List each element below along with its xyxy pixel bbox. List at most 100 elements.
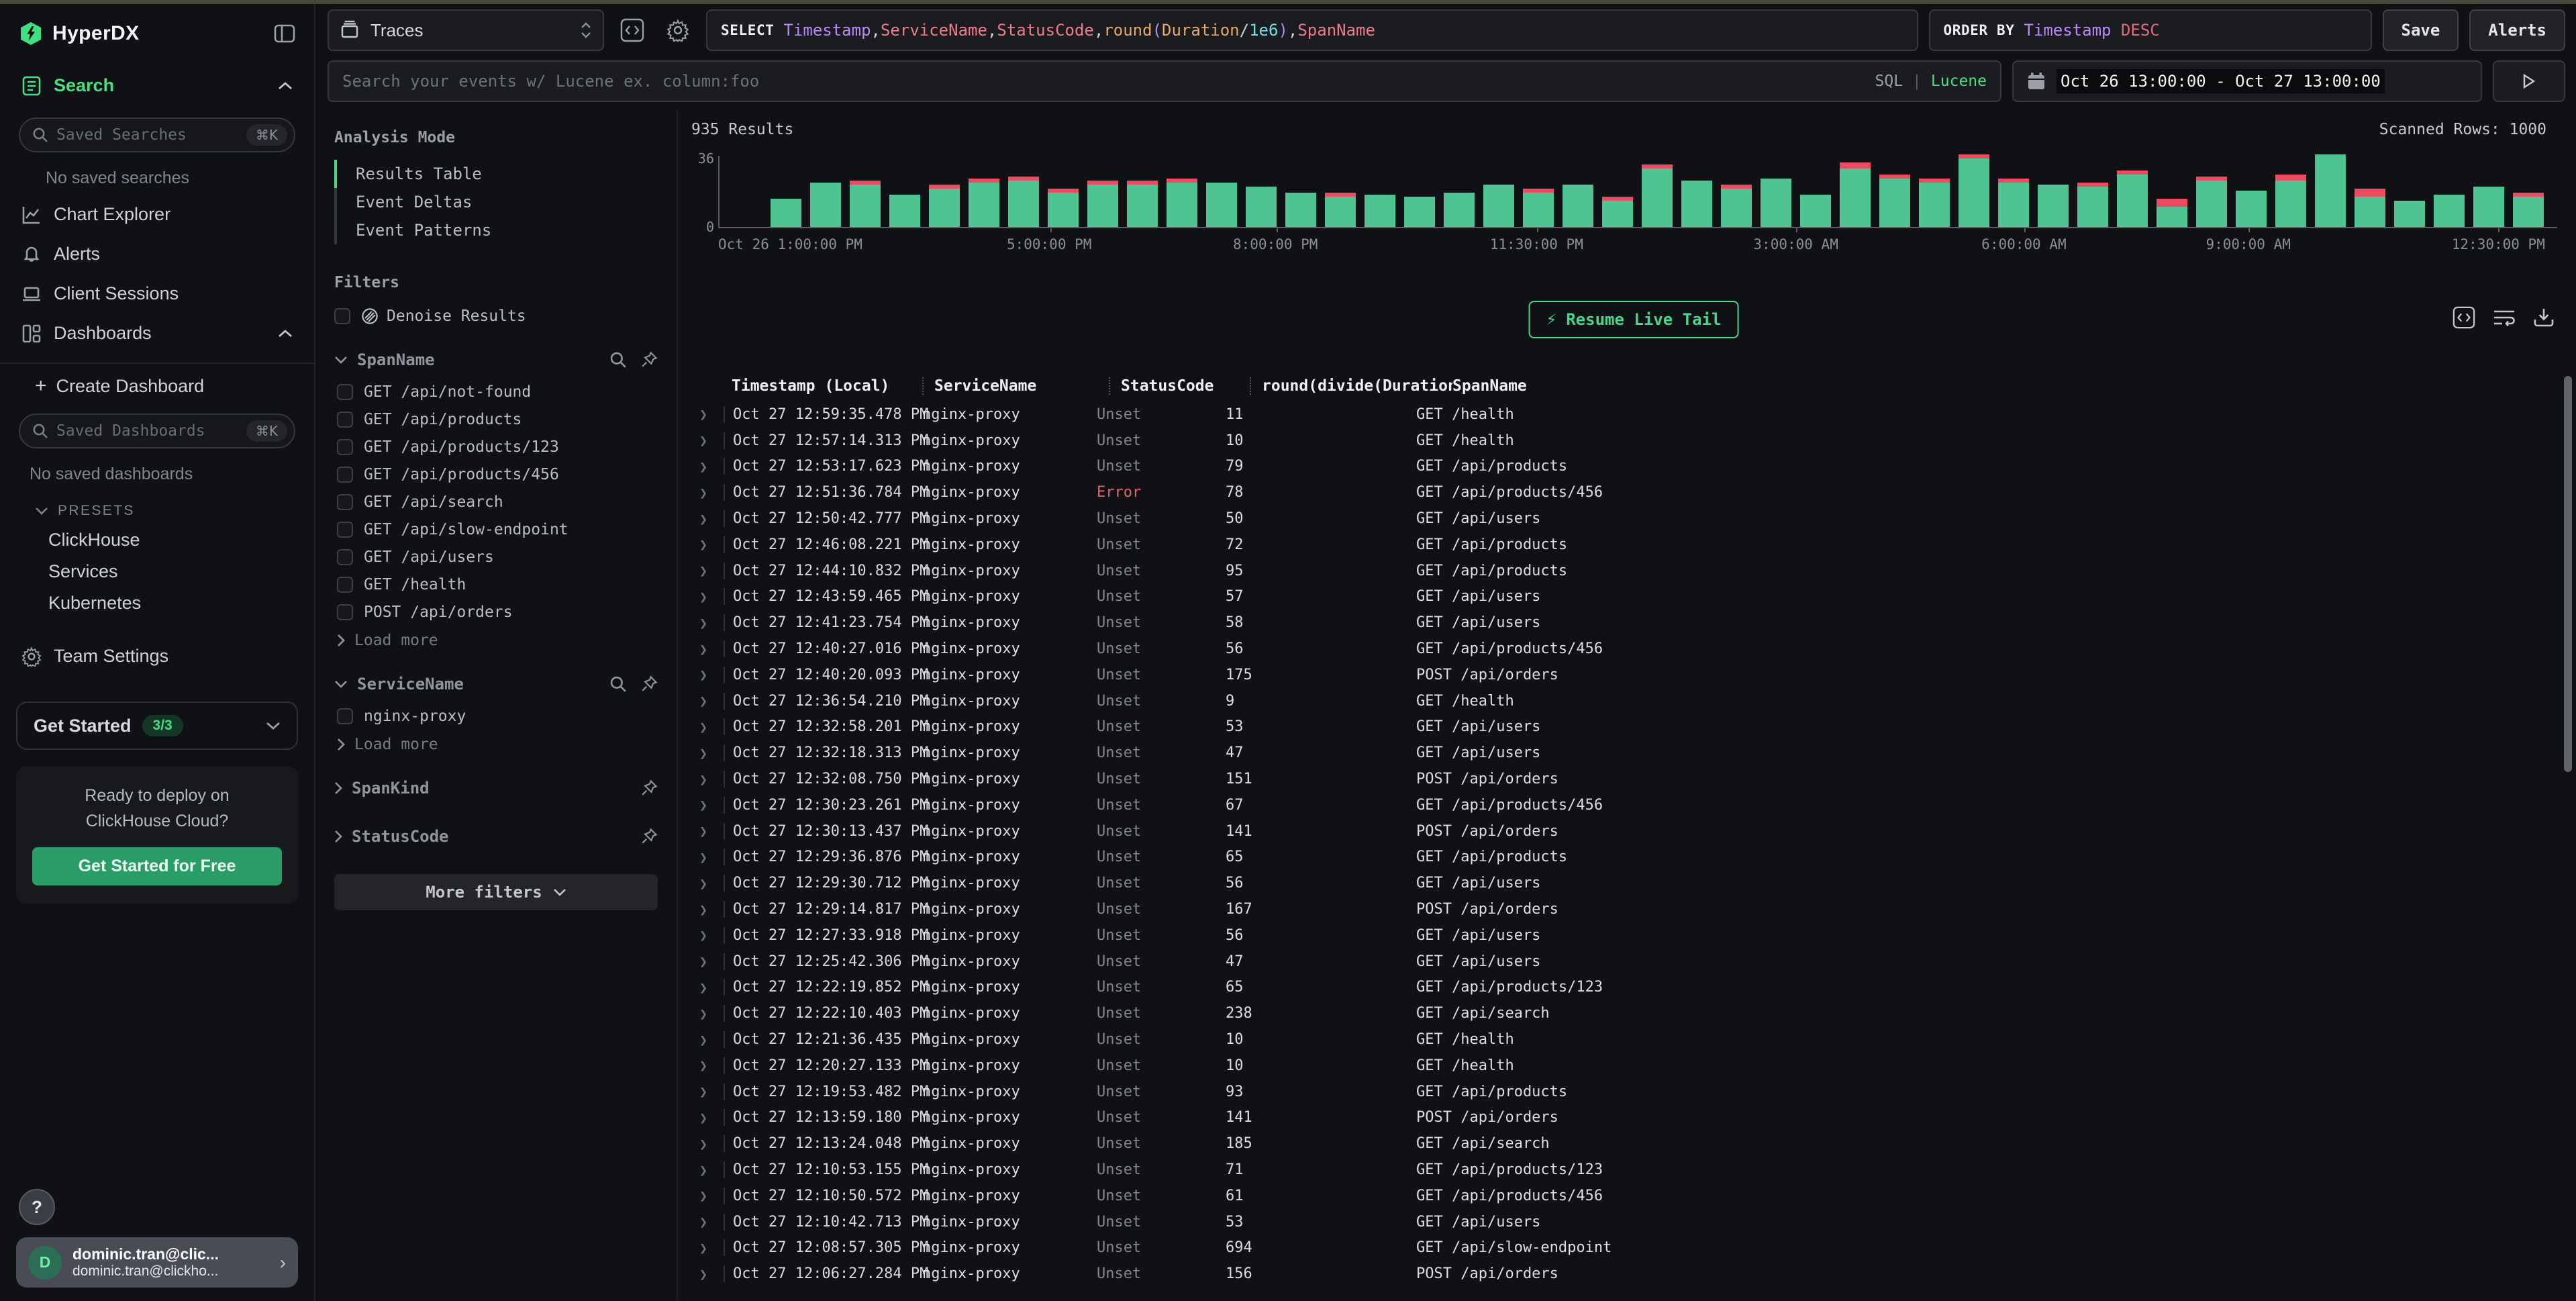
table-row[interactable]: ❯Oct 27 12:30:23.261 PMnginx-proxyUnset6…: [691, 792, 2576, 818]
row-expand-chevron[interactable]: ❯: [691, 1110, 724, 1126]
row-expand-chevron[interactable]: ❯: [691, 641, 724, 657]
row-expand-chevron[interactable]: ❯: [691, 979, 724, 996]
histogram-bar[interactable]: [1483, 185, 1514, 227]
filter-value-row[interactable]: GET /api/products/123: [334, 438, 658, 456]
checkbox[interactable]: [337, 577, 353, 593]
table-row[interactable]: ❯Oct 27 12:32:08.750 PMnginx-proxyUnset1…: [691, 766, 2576, 792]
filter-value-row[interactable]: GET /health: [334, 576, 658, 593]
histogram-bar[interactable]: [1404, 197, 1435, 227]
table-row[interactable]: ❯Oct 27 12:19:53.482 PMnginx-proxyUnset9…: [691, 1079, 2576, 1105]
histogram-bar[interactable]: [1444, 193, 1475, 227]
filter-group-header-servicename[interactable]: ServiceName: [334, 671, 658, 697]
filter-value-row[interactable]: GET /api/users: [334, 548, 658, 566]
download-icon[interactable]: [2533, 307, 2555, 328]
filter-value-row[interactable]: GET /api/slow-endpoint: [334, 521, 658, 538]
row-expand-chevron[interactable]: ❯: [691, 745, 724, 761]
saved-dashboards-field[interactable]: [56, 422, 238, 440]
histogram-bar[interactable]: [1167, 179, 1197, 227]
table-row[interactable]: ❯Oct 27 12:29:36.876 PMnginx-proxyUnset6…: [691, 845, 2576, 871]
histogram-bar[interactable]: [2196, 177, 2227, 227]
table-row[interactable]: ❯Oct 27 12:29:14.817 PMnginx-proxyUnset1…: [691, 896, 2576, 922]
histogram-bar[interactable]: [771, 199, 801, 227]
histogram-bar[interactable]: [2117, 171, 2148, 227]
checkbox[interactable]: [337, 412, 353, 428]
get-started-free-button[interactable]: Get Started for Free: [32, 847, 282, 885]
checkbox[interactable]: [337, 604, 353, 620]
row-expand-chevron[interactable]: ❯: [691, 615, 724, 631]
sidebar-item-alerts[interactable]: Alerts: [16, 236, 298, 273]
histogram-bar[interactable]: [2513, 193, 2544, 227]
preset-clickhouse[interactable]: ClickHouse: [16, 522, 298, 553]
table-row[interactable]: ❯Oct 27 12:10:42.713 PMnginx-proxyUnset5…: [691, 1209, 2576, 1235]
row-expand-chevron[interactable]: ❯: [691, 1162, 724, 1178]
presets-toggle[interactable]: PRESETS: [16, 489, 298, 522]
histogram-bar[interactable]: [1919, 179, 1950, 227]
row-expand-chevron[interactable]: ❯: [691, 1214, 724, 1230]
filter-value-row[interactable]: POST /api/orders: [334, 604, 658, 621]
filter-group-header-spanname[interactable]: SpanName: [334, 346, 658, 373]
table-row[interactable]: ❯Oct 27 12:08:57.305 PMnginx-proxyUnset6…: [691, 1235, 2576, 1261]
row-expand-chevron[interactable]: ❯: [691, 563, 724, 579]
table-row[interactable]: ❯Oct 27 12:29:30.712 PMnginx-proxyUnset5…: [691, 870, 2576, 896]
sidebar-item-client-sessions[interactable]: Client Sessions: [16, 275, 298, 312]
sql-editor-toggle-icon[interactable]: [615, 9, 650, 51]
vertical-scrollbar[interactable]: [2564, 376, 2572, 772]
histogram-bar[interactable]: [1959, 154, 1989, 227]
search-input[interactable]: [342, 72, 1875, 91]
row-expand-chevron[interactable]: ❯: [691, 771, 724, 787]
table-row[interactable]: ❯Oct 27 12:41:23.754 PMnginx-proxyUnset5…: [691, 610, 2576, 636]
tab-event-deltas[interactable]: Event Deltas: [334, 188, 658, 216]
checkbox[interactable]: [337, 522, 353, 538]
resume-live-tail-button[interactable]: ⚡ Resume Live Tail: [1529, 301, 1739, 338]
search-icon[interactable]: [609, 675, 627, 693]
lucene-search-box[interactable]: SQL | Lucene: [328, 60, 2001, 102]
filter-value-row[interactable]: GET /api/products/456: [334, 466, 658, 483]
table-row[interactable]: ❯Oct 27 12:22:10.403 PMnginx-proxyUnset2…: [691, 1000, 2576, 1026]
row-expand-chevron[interactable]: ❯: [691, 1032, 724, 1048]
table-row[interactable]: ❯Oct 27 12:36:54.210 PMnginx-proxyUnset9…: [691, 688, 2576, 714]
histogram-plot[interactable]: [718, 156, 2557, 228]
row-expand-chevron[interactable]: ❯: [691, 797, 724, 813]
more-filters-button[interactable]: More filters: [334, 874, 658, 910]
histogram-bar[interactable]: [2157, 199, 2187, 227]
column-header-timestamp[interactable]: Timestamp (Local): [724, 377, 922, 395]
alerts-button[interactable]: Alerts: [2469, 9, 2565, 51]
row-expand-chevron[interactable]: ❯: [691, 511, 724, 527]
histogram-bar[interactable]: [1127, 181, 1158, 227]
checkbox[interactable]: [337, 384, 353, 400]
column-resize-handle[interactable]: [1250, 377, 1251, 395]
histogram-bar[interactable]: [1642, 164, 1673, 227]
pin-icon[interactable]: [640, 675, 658, 693]
histogram-bar[interactable]: [1246, 187, 1277, 227]
row-expand-chevron[interactable]: ❯: [691, 1266, 724, 1282]
row-expand-chevron[interactable]: ❯: [691, 1188, 724, 1204]
row-expand-chevron[interactable]: ❯: [691, 875, 724, 892]
time-range-picker[interactable]: Oct 26 13:00:00 - Oct 27 13:00:00: [2012, 60, 2482, 102]
table-row[interactable]: ❯Oct 27 12:13:24.048 PMnginx-proxyUnset1…: [691, 1130, 2576, 1157]
row-expand-chevron[interactable]: ❯: [691, 406, 724, 422]
row-expand-chevron[interactable]: ❯: [691, 902, 724, 918]
histogram-bar[interactable]: [2275, 175, 2306, 227]
sidebar-item-search[interactable]: Search: [16, 67, 298, 104]
event-json-toggle-icon[interactable]: [2453, 306, 2475, 329]
row-expand-chevron[interactable]: ❯: [691, 459, 724, 475]
table-row[interactable]: ❯Oct 27 12:51:36.784 PMnginx-proxyError7…: [691, 479, 2576, 505]
table-row[interactable]: ❯Oct 27 12:10:53.155 PMnginx-proxyUnset7…: [691, 1157, 2576, 1183]
row-expand-chevron[interactable]: ❯: [691, 1057, 724, 1073]
pin-icon[interactable]: [640, 828, 658, 845]
saved-searches-field[interactable]: [56, 126, 238, 144]
checkbox[interactable]: [337, 494, 353, 510]
row-expand-chevron[interactable]: ❯: [691, 849, 724, 865]
histogram-bar[interactable]: [850, 181, 881, 227]
row-expand-chevron[interactable]: ❯: [691, 823, 724, 839]
create-dashboard-button[interactable]: + Create Dashboard: [16, 364, 298, 400]
histogram-bar[interactable]: [1681, 181, 1712, 227]
table-row[interactable]: ❯Oct 27 12:27:33.918 PMnginx-proxyUnset5…: [691, 922, 2576, 949]
wrap-lines-icon[interactable]: [2493, 307, 2516, 328]
run-query-button[interactable]: [2493, 60, 2565, 102]
histogram-bar[interactable]: [1761, 179, 1791, 227]
checkbox[interactable]: [337, 467, 353, 483]
histogram-bar[interactable]: [810, 183, 841, 227]
histogram-bar[interactable]: [889, 195, 920, 227]
histogram-bar[interactable]: [2394, 201, 2425, 227]
